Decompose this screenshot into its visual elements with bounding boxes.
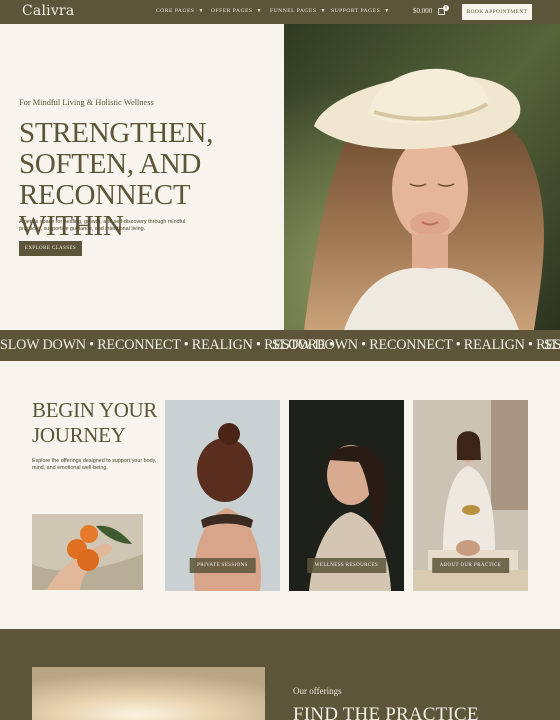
nav-item-core-pages[interactable]: CORE PAGES ▼ [156, 8, 204, 14]
card-label: ABOUT OUR PRACTICE [431, 558, 510, 573]
nav-item-support-pages[interactable]: SUPPORT PAGES ▼ [331, 8, 390, 14]
wellness-resources-card[interactable]: WELLNESS RESOURCES [289, 400, 404, 591]
nav-item-label: OFFER PAGES [211, 8, 253, 14]
offerings-kicker: Our offerings [293, 686, 342, 696]
chevron-down-icon: ▼ [384, 9, 390, 14]
explore-classes-button[interactable]: EXPLORE CLASSES [19, 241, 82, 256]
cart-total[interactable]: $0.000 [413, 7, 432, 15]
chevron-down-icon: ▼ [320, 9, 326, 14]
nav-item-label: FUNNEL PAGES [270, 8, 317, 14]
chevron-down-icon: ▼ [198, 9, 204, 14]
marquee-banner: SLOW DOWN • RECONNECT • REALIGN • RESTOR… [0, 330, 560, 361]
nav-item-label: SUPPORT PAGES [331, 8, 381, 14]
journey-title: BEGIN YOUR JOURNEY [32, 398, 158, 447]
journey-description: Explore the offerings designed to suppor… [32, 458, 157, 471]
site-logo[interactable]: Calivra [22, 3, 74, 19]
oranges-in-hand-photo [32, 514, 143, 590]
nav-item-label: CORE PAGES [156, 8, 195, 14]
nav-item-offer-pages[interactable]: OFFER PAGES ▼ [211, 8, 262, 14]
sunrise-photo [32, 667, 265, 720]
card-label: WELLNESS RESOURCES [306, 558, 387, 573]
about-our-practice-card[interactable]: ABOUT OUR PRACTICE [413, 400, 528, 591]
hero-kicker: For Mindful Living & Holistic Wellness [19, 98, 154, 107]
card-label: PRIVATE SESSIONS [189, 558, 256, 573]
cart-count-badge: 0 [443, 5, 449, 11]
chevron-down-icon: ▼ [256, 9, 262, 14]
book-appointment-button[interactable]: BOOK APPOINTMENT [462, 4, 532, 20]
nav-item-funnel-pages[interactable]: FUNNEL PAGES ▼ [270, 8, 326, 14]
marquee-text: SLOW DOWN • RECONNECT • REALIGN • RESTOR… [272, 337, 560, 353]
hero-photo-woman-in-hat [284, 24, 560, 330]
offerings-title: FIND THE PRACTICE [293, 704, 479, 720]
top-navigation-bar: Calivra CORE PAGES ▼ OFFER PAGES ▼ FUNNEL … [0, 0, 560, 24]
marquee-text: SLOW DOWN • RECONNECT • REALIGN • RESTOR… [544, 337, 560, 353]
private-sessions-card[interactable]: PRIVATE SESSIONS [165, 400, 280, 591]
hero-description: A gentle space for healing, growth, and … [19, 219, 186, 232]
